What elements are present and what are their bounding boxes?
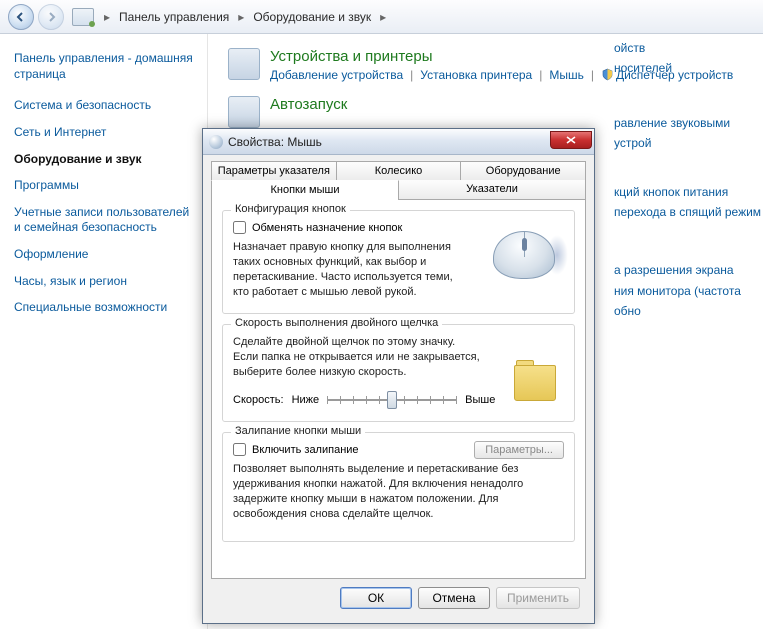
close-icon <box>566 136 576 144</box>
mouse-icon <box>209 135 223 149</box>
apply-button: Применить <box>496 587 580 609</box>
breadcrumb-control-panel[interactable]: Панель управления <box>116 10 232 24</box>
speed-label: Скорость: <box>233 394 284 406</box>
arrow-right-icon <box>45 11 57 23</box>
mouse-illustration <box>484 225 564 289</box>
cancel-button[interactable]: Отмена <box>418 587 490 609</box>
checkbox-input[interactable] <box>233 443 246 456</box>
mouse-properties-dialog: Свойства: Мышь Параметры указателя Колес… <box>202 128 595 624</box>
tabs-row-2: Кнопки мыши Указатели <box>211 180 586 199</box>
dialog-button-row: ОК Отмена Применить <box>211 579 586 615</box>
control-panel-icon <box>72 8 94 26</box>
group-title: Залипание кнопки мыши <box>231 425 365 437</box>
tab-hardware[interactable]: Оборудование <box>461 161 586 180</box>
breadcrumb-sep: ▸ <box>378 10 388 24</box>
folder-test-icon[interactable] <box>514 365 556 401</box>
link-fragment[interactable]: ния монитора (частота обно <box>614 281 763 322</box>
sidebar-item-user-accounts[interactable]: Учетные записи пользователей и семейная … <box>14 205 193 236</box>
checkbox-input[interactable] <box>233 221 246 234</box>
tab-panel-buttons: Конфигурация кнопок Обменять назначение … <box>211 199 586 579</box>
forward-button[interactable] <box>38 4 64 30</box>
sidebar: Панель управления - домашняя страница Си… <box>0 34 208 629</box>
checkbox-label: Обменять назначение кнопок <box>252 222 402 234</box>
tabs-row-1: Параметры указателя Колесико Оборудовани… <box>211 161 586 180</box>
sidebar-home[interactable]: Панель управления - домашняя страница <box>14 50 193 82</box>
clicklock-settings-button: Параметры... <box>474 441 564 459</box>
link-fragment[interactable]: ойств <box>614 38 763 58</box>
category-title[interactable]: Автозапуск <box>270 96 347 113</box>
group-button-config: Конфигурация кнопок Обменять назначение … <box>222 210 575 314</box>
speed-high-label: Выше <box>465 394 495 406</box>
breadcrumb-hardware-sound[interactable]: Оборудование и звук <box>250 10 374 24</box>
link-add-printer[interactable]: Установка принтера <box>420 68 532 82</box>
tab-wheel[interactable]: Колесико <box>337 161 462 180</box>
group-double-click-speed: Скорость выполнения двойного щелчка Сдел… <box>222 324 575 422</box>
group-description: Позволяет выполнять выделение и перетаск… <box>233 462 563 521</box>
sidebar-item-programs[interactable]: Программы <box>14 178 193 194</box>
address-bar: ▸ Панель управления ▸ Оборудование и зву… <box>0 0 763 34</box>
ok-button[interactable]: ОК <box>340 587 412 609</box>
breadcrumb-sep: ▸ <box>102 10 112 24</box>
group-title: Скорость выполнения двойного щелчка <box>231 317 442 329</box>
tab-pointer-options[interactable]: Параметры указателя <box>211 161 337 180</box>
sidebar-item-system-security[interactable]: Система и безопасность <box>14 98 193 114</box>
sidebar-item-appearance[interactable]: Оформление <box>14 247 193 263</box>
partial-links: ойств носителей равление звуковыми устро… <box>610 38 763 322</box>
arrow-left-icon <box>15 11 27 23</box>
sidebar-item-clock-language[interactable]: Часы, язык и регион <box>14 274 193 290</box>
sidebar-item-ease-of-access[interactable]: Специальные возможности <box>14 300 193 316</box>
speed-slider[interactable] <box>327 390 457 410</box>
link-fragment[interactable]: а разрешения экрана <box>614 260 763 280</box>
tab-buttons[interactable]: Кнопки мыши <box>211 180 399 200</box>
link-fragment[interactable]: равление звуковыми устрой <box>614 113 763 154</box>
group-click-lock: Залипание кнопки мыши Параметры... Включ… <box>222 432 575 542</box>
sidebar-item-hardware-sound[interactable]: Оборудование и звук <box>14 152 193 168</box>
close-button[interactable] <box>550 131 592 149</box>
group-title: Конфигурация кнопок <box>231 203 350 215</box>
slider-thumb[interactable] <box>387 391 397 409</box>
link-add-device[interactable]: Добавление устройства <box>270 68 403 82</box>
breadcrumb-sep: ▸ <box>236 10 246 24</box>
tab-pointers[interactable]: Указатели <box>399 180 586 199</box>
link-fragment[interactable]: носителей <box>614 58 763 78</box>
checkbox-label: Включить залипание <box>252 444 359 456</box>
group-description: Назначает правую кнопку для выполнения т… <box>233 240 463 299</box>
link-fragment[interactable]: кций кнопок питания <box>614 182 763 202</box>
link-mouse[interactable]: Мышь <box>549 68 584 82</box>
back-button[interactable] <box>8 4 34 30</box>
link-fragment[interactable]: перехода в спящий режим <box>614 202 763 222</box>
dialog-title: Свойства: Мышь <box>228 135 550 149</box>
autoplay-icon <box>228 96 260 128</box>
group-description: Сделайте двойной щелчок по этому значку.… <box>233 335 483 380</box>
devices-printers-icon <box>228 48 260 80</box>
speed-low-label: Ниже <box>292 394 320 406</box>
sidebar-item-network-internet[interactable]: Сеть и Интернет <box>14 125 193 141</box>
titlebar[interactable]: Свойства: Мышь <box>203 129 594 155</box>
